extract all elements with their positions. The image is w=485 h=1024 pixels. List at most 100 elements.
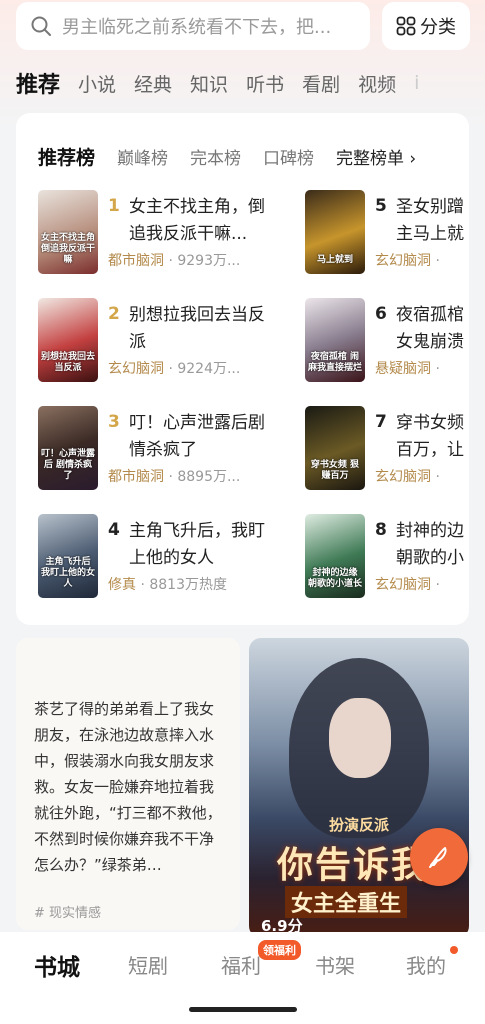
- book-title: 别想拉我回去当反派: [129, 305, 265, 352]
- book-genre: 悬疑脑洞: [375, 361, 431, 377]
- cover-text: 别想拉我回去当反派: [41, 352, 96, 373]
- ranking-book-3[interactable]: 叮！心声泄露后 剧情杀疯了 3 叮！心声泄露后剧情杀疯了 都市脑洞 · 8895…: [38, 406, 284, 492]
- top-bar: 男主临死之前系统看不下去，把... 分类: [0, 0, 485, 58]
- book-stats: ·: [431, 253, 440, 269]
- search-icon: [31, 16, 51, 36]
- cover-text: 主角飞升后 我盯上他的女人: [41, 557, 96, 589]
- ranking-tabs: 推荐榜 巅峰榜 完本榜 口碑榜 完整榜单 ›: [38, 143, 416, 170]
- nav-welfare[interactable]: 福利: [221, 950, 261, 979]
- book-stats: ·: [431, 361, 440, 377]
- book-meta: 玄幻脑洞 · 9224万...: [108, 358, 240, 378]
- rank-number: 5: [375, 196, 387, 216]
- book-genre: 玄幻脑洞: [108, 361, 164, 377]
- book-meta: 修真 · 8813万热度: [108, 574, 227, 594]
- cover-text: 夜宿孤棺 闹麻我直接摆烂: [308, 352, 363, 373]
- tab-video[interactable]: 视频: [358, 70, 396, 97]
- book-info: 5 圣女别蹭主马上就 玄幻脑洞 ·: [375, 190, 469, 276]
- tab-knowledge[interactable]: 知识: [190, 70, 228, 97]
- book-title: 夜宿孤棺女鬼崩溃: [396, 305, 464, 352]
- rank-tab-finished[interactable]: 完本榜: [190, 144, 241, 169]
- nav-bookstore[interactable]: 书城: [34, 948, 80, 982]
- nav-bookshelf[interactable]: 书架: [315, 950, 355, 979]
- book-meta: 悬疑脑洞 ·: [375, 358, 440, 378]
- book-stats: · 9293万...: [164, 253, 241, 269]
- quill-icon: [429, 847, 447, 868]
- category-button[interactable]: 分类: [382, 2, 470, 50]
- book-title: 封神的边朝歌的小: [396, 521, 464, 568]
- ranking-book-7[interactable]: 穿书女频 狠赚百万 7 穿书女频百万，让 玄幻脑洞 ·: [305, 406, 469, 492]
- book-stats: · 8813万热度: [136, 577, 227, 593]
- book-title: 女主不找主角，倒追我反派干嘛...: [129, 197, 265, 244]
- search-input[interactable]: 男主临死之前系统看不下去，把...: [16, 2, 370, 50]
- book-stats: · 9224万...: [164, 361, 241, 377]
- book-cover: 马上就到: [305, 190, 365, 274]
- book-genre: 都市脑洞: [108, 253, 164, 269]
- book-info: 3 叮！心声泄露后剧情杀疯了 都市脑洞 · 8895万...: [108, 406, 284, 492]
- nav-profile[interactable]: 我的: [406, 950, 446, 979]
- book-info: 4 主角飞升后，我盯上他的女人 修真 · 8813万热度: [108, 514, 284, 600]
- story-excerpt: 茶艺了得的弟弟看上了我女朋友，在泳池边故意摔入水中，假装溺水向我女朋友求救。女友…: [34, 700, 222, 874]
- book-stats: ·: [431, 577, 440, 593]
- tab-overflow[interactable]: i: [414, 72, 419, 94]
- ranking-book-6[interactable]: 夜宿孤棺 闹麻我直接摆烂 6 夜宿孤棺女鬼崩溃 悬疑脑洞 ·: [305, 298, 469, 384]
- book-genre: 玄幻脑洞: [375, 469, 431, 485]
- book-title: 主角飞升后，我盯上他的女人: [129, 521, 265, 568]
- ranking-book-5[interactable]: 马上就到 5 圣女别蹭主马上就 玄幻脑洞 ·: [305, 190, 469, 276]
- book-title: 圣女别蹭主马上就: [396, 197, 464, 244]
- book-cover: 叮！心声泄露后 剧情杀疯了: [38, 406, 98, 490]
- feed-poster-card[interactable]: 扮演反派 你告诉我 女主全重生 6.9分: [249, 638, 469, 938]
- rank-number: 8: [375, 520, 387, 540]
- rank-number: 7: [375, 412, 387, 432]
- book-meta: 玄幻脑洞 ·: [375, 250, 440, 270]
- welfare-badge: 领福利: [258, 940, 301, 960]
- grid-icon: [396, 16, 416, 36]
- tab-recommend[interactable]: 推荐: [16, 67, 60, 99]
- book-meta: 玄幻脑洞 ·: [375, 466, 440, 486]
- tab-drama[interactable]: 看剧: [302, 70, 340, 97]
- tab-classic[interactable]: 经典: [134, 70, 172, 97]
- story-tag[interactable]: # 现实情感: [34, 902, 101, 921]
- search-placeholder: 男主临死之前系统看不下去，把...: [62, 17, 332, 38]
- write-fab-button[interactable]: [410, 828, 468, 886]
- book-stats: ·: [431, 469, 440, 485]
- ranking-book-4[interactable]: 主角飞升后 我盯上他的女人 4 主角飞升后，我盯上他的女人 修真 · 8813万…: [38, 514, 284, 600]
- ranking-card: 推荐榜 巅峰榜 完本榜 口碑榜 完整榜单 › 女主不找主角 倒追我反派干嘛 1 …: [16, 113, 469, 625]
- book-cover: 封神的边缘 朝歌的小道长: [305, 514, 365, 598]
- cover-text: 叮！心声泄露后 剧情杀疯了: [41, 449, 96, 481]
- rank-number: 1: [108, 196, 120, 216]
- book-cover: 夜宿孤棺 闹麻我直接摆烂: [305, 298, 365, 382]
- rank-number: 3: [108, 412, 120, 432]
- tab-audiobook[interactable]: 听书: [246, 70, 284, 97]
- cover-text: 马上就到: [316, 255, 353, 265]
- book-info: 2 别想拉我回去当反派 玄幻脑洞 · 9224万...: [108, 298, 284, 384]
- rank-number: 4: [108, 520, 120, 540]
- tab-novel[interactable]: 小说: [78, 70, 116, 97]
- channel-tabs: 推荐 小说 经典 知识 听书 看剧 视频 i: [16, 66, 437, 100]
- book-cover: 穿书女频 狠赚百万: [305, 406, 365, 490]
- book-title: 叮！心声泄露后剧情杀疯了: [129, 413, 265, 460]
- rank-tab-peak[interactable]: 巅峰榜: [117, 144, 168, 169]
- book-meta: 都市脑洞 · 8895万...: [108, 466, 240, 486]
- book-genre: 玄幻脑洞: [375, 253, 431, 269]
- full-ranking-link[interactable]: 完整榜单 ›: [336, 144, 416, 169]
- book-genre: 玄幻脑洞: [375, 577, 431, 593]
- category-label: 分类: [420, 17, 456, 38]
- book-cover: 别想拉我回去当反派: [38, 298, 98, 382]
- home-indicator: [189, 1007, 297, 1012]
- notification-dot: [450, 946, 458, 954]
- feed-story-card[interactable]: 茶艺了得的弟弟看上了我女朋友，在泳池边故意摔入水中，假装溺水向我女朋友求救。女友…: [16, 638, 240, 930]
- book-info: 1 女主不找主角，倒追我反派干嘛... 都市脑洞 · 9293万...: [108, 190, 284, 276]
- poster-title-line2: 女主全重生: [285, 886, 408, 918]
- ranking-book-2[interactable]: 别想拉我回去当反派 2 别想拉我回去当反派 玄幻脑洞 · 9224万...: [38, 298, 284, 384]
- book-title: 穿书女频百万，让: [396, 413, 464, 460]
- ranking-book-1[interactable]: 女主不找主角 倒追我反派干嘛 1 女主不找主角，倒追我反派干嘛... 都市脑洞 …: [38, 190, 284, 276]
- nav-short-drama[interactable]: 短剧: [128, 950, 168, 979]
- poster-face: [329, 698, 391, 778]
- ranking-book-8[interactable]: 封神的边缘 朝歌的小道长 8 封神的边朝歌的小 玄幻脑洞 ·: [305, 514, 469, 600]
- rank-tab-recommend[interactable]: 推荐榜: [38, 143, 95, 170]
- book-info: 8 封神的边朝歌的小 玄幻脑洞 ·: [375, 514, 469, 600]
- rank-tab-reputation[interactable]: 口碑榜: [263, 144, 314, 169]
- bottom-nav: 书城 短剧 福利 领福利 书架 我的: [0, 932, 485, 1024]
- book-genre: 都市脑洞: [108, 469, 164, 485]
- book-genre: 修真: [108, 577, 136, 593]
